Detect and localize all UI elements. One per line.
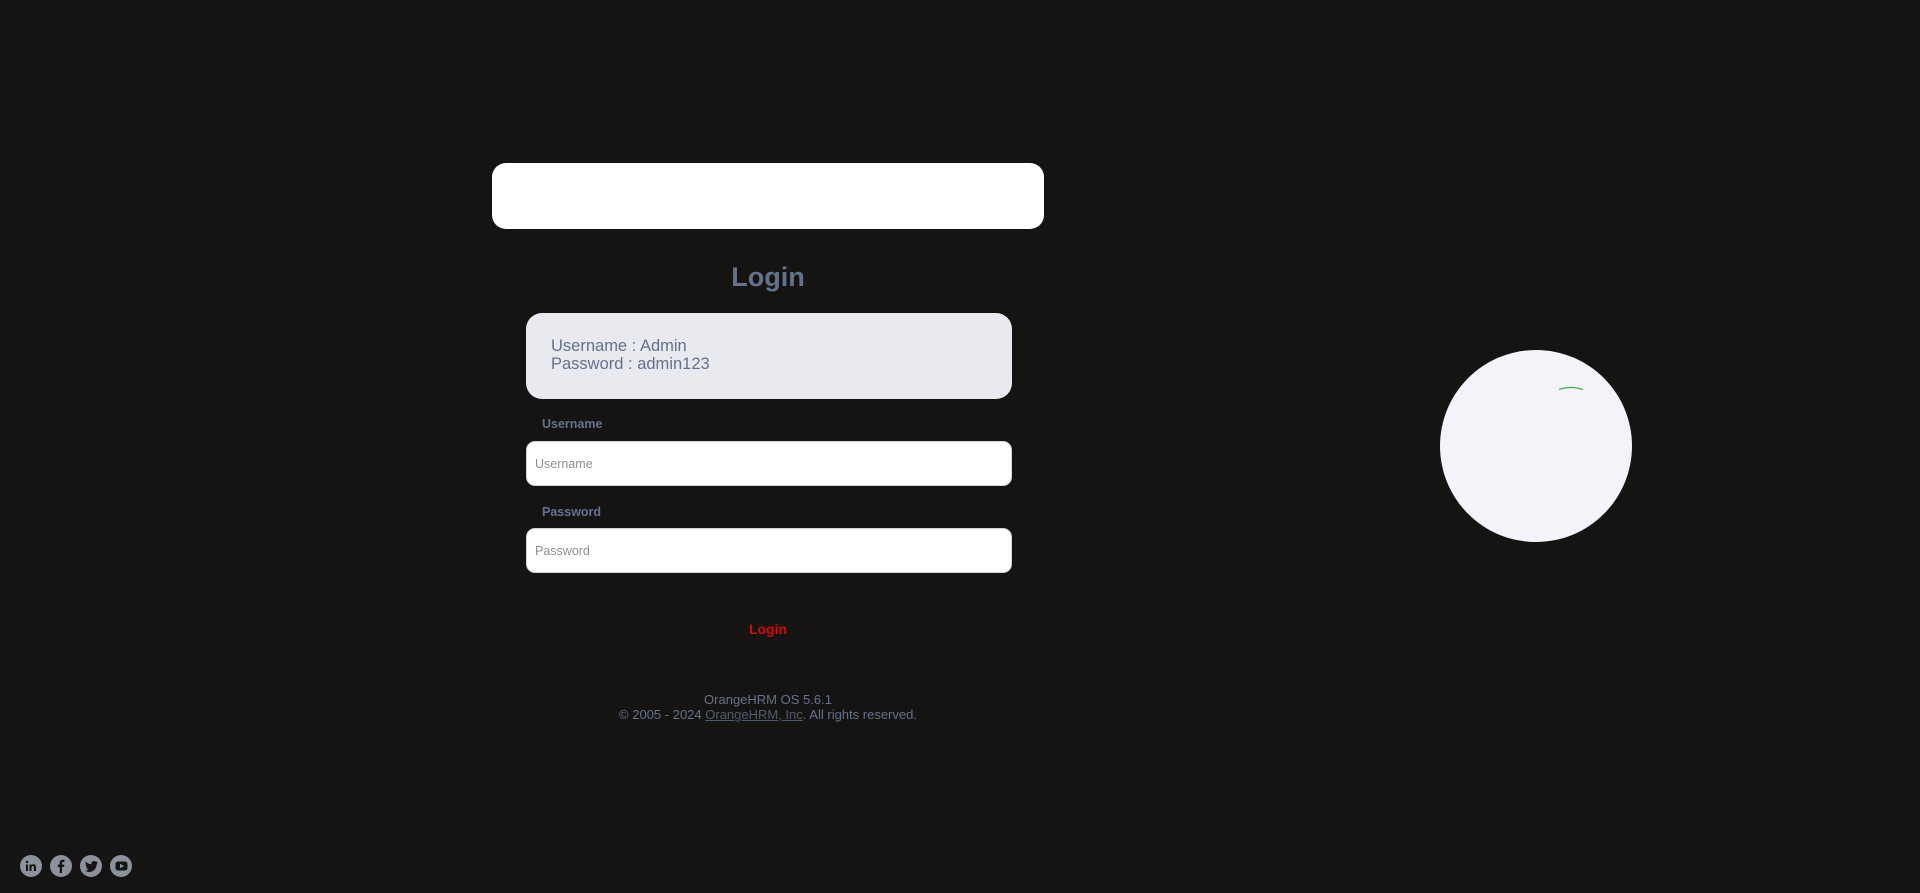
loading-spinner	[1440, 350, 1632, 542]
credentials-hint: Username : Admin Password : admin123	[526, 313, 1012, 399]
company-link[interactable]: OrangeHRM, Inc	[705, 707, 803, 722]
facebook-icon[interactable]	[50, 855, 72, 877]
version-text: OrangeHRM OS 5.6.1	[704, 692, 832, 707]
password-input[interactable]	[526, 528, 1012, 573]
username-label: Username	[542, 417, 603, 431]
copyright-suffix: . All rights reserved.	[802, 707, 917, 722]
copyright-prefix: © 2005 - 2024	[619, 707, 706, 722]
password-label: Password	[542, 505, 602, 519]
twitter-icon[interactable]	[80, 855, 102, 877]
youtube-icon[interactable]	[110, 855, 132, 877]
credentials-password: Password : admin123	[551, 355, 710, 373]
brand-banner	[492, 163, 1044, 229]
username-input[interactable]	[526, 441, 1012, 486]
login-title: Login	[731, 262, 805, 292]
credentials-username: Username : Admin	[551, 337, 687, 355]
copyright-text: © 2005 - 2024 OrangeHRM, Inc. All rights…	[492, 707, 1044, 722]
footer: OrangeHRM OS 5.6.1 © 2005 - 2024 OrangeH…	[492, 692, 1044, 722]
linkedin-icon[interactable]	[20, 855, 42, 877]
social-links	[20, 855, 132, 877]
login-page: Login Username : Admin Password : admin1…	[0, 0, 1920, 893]
login-button[interactable]: Login	[718, 616, 818, 642]
spinner-arc-icon	[1558, 386, 1584, 390]
